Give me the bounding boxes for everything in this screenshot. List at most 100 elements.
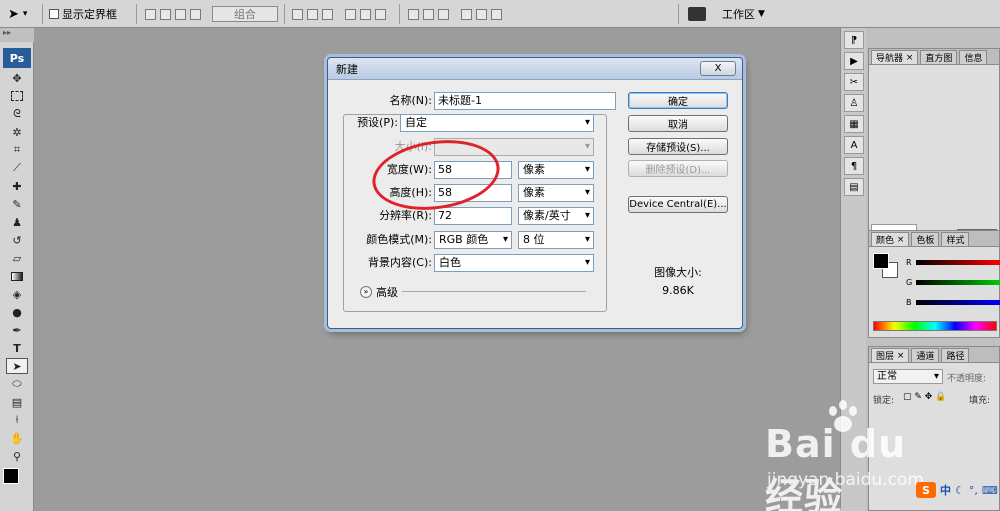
name-input[interactable]: 未标题-1 [434,92,616,110]
color-swatches[interactable] [3,468,31,494]
color-mode-select[interactable]: RGB 颜色 [434,231,512,249]
cancel-button[interactable]: 取消 [628,115,728,132]
size-select[interactable] [434,138,594,156]
arrow-icon: ➤ [8,6,19,22]
tab-paths[interactable]: 路径 [941,348,970,362]
bit-depth-select[interactable]: 8 位 [518,231,594,249]
preset-select[interactable]: 自定 [400,114,594,132]
distribute-hcenter-icon[interactable] [476,8,487,20]
eraser-tool-icon[interactable]: ▱ [6,250,28,266]
align-left-icon[interactable] [345,8,356,20]
keyboard-icon[interactable]: ⌨ [982,484,998,497]
bridge-button[interactable] [688,5,706,23]
zoom-tool-icon[interactable]: ⚲ [6,448,28,464]
pen-tool-icon[interactable]: ✒ [6,322,28,338]
height-input[interactable]: 58 [434,184,512,202]
type-tool-icon[interactable]: T [6,340,28,356]
brushes-panel-icon[interactable]: ⁋ [844,31,864,49]
heal-tool-icon[interactable]: ✚ [6,178,28,194]
delete-preset-button[interactable]: 删除预设(D)... [628,160,728,177]
history-brush-tool-icon[interactable]: ↺ [6,232,28,248]
foreground-color-swatch[interactable] [3,468,19,484]
marquee-tool-icon[interactable] [6,88,28,104]
combine-button[interactable]: 组合 [212,6,278,22]
tab-navigator[interactable]: 导航器 × [871,50,919,64]
move-tool-preset[interactable]: ➤ ▾ [8,5,27,23]
punctuation-icon[interactable]: °, [969,484,978,497]
resolution-input[interactable]: 72 [434,207,512,225]
crop-tool-icon[interactable]: ⌗ [6,142,28,158]
height-unit-select[interactable]: 像素 [518,184,594,202]
brush-tool-icon[interactable]: ✎ [6,196,28,212]
distribute-bottom-icon[interactable] [438,8,449,20]
foreground-color-swatch[interactable] [873,253,889,269]
path-select-tool-icon[interactable]: ➤ [6,358,28,374]
actions-panel-icon[interactable]: ▶ [844,52,864,70]
add-shape-icon[interactable] [145,8,156,20]
width-unit-select[interactable]: 像素 [518,161,594,179]
gradient-tool-icon[interactable] [6,268,28,284]
advanced-toggle[interactable]: » 高级 [360,283,398,301]
moon-icon[interactable]: ☾ [955,484,965,497]
magic-wand-tool-icon[interactable]: ✲ [6,124,28,140]
tab-layers[interactable]: 图层 × [871,348,910,362]
green-slider[interactable]: G 0 [903,275,1000,289]
stamp-tool-icon[interactable]: ♟ [6,214,28,230]
dialog-title-bar[interactable]: 新建 [328,58,742,80]
exclude-shape-icon[interactable] [190,8,201,20]
distribute-left-icon[interactable] [461,8,472,20]
tab-info[interactable]: 信息 [959,50,988,64]
eyedropper-tool-icon[interactable]: ⟊ [6,412,28,428]
blur-tool-icon[interactable]: ◈ [6,286,28,302]
character-panel-icon[interactable]: A [844,136,864,154]
align-bottom-icon[interactable] [322,8,333,20]
distribute-top-icon[interactable] [408,8,419,20]
tab-swatches[interactable]: 色板 [911,232,940,246]
hand-tool-icon[interactable]: ✋ [6,430,28,446]
intersect-shape-icon[interactable] [175,8,186,20]
distribute-vcenter-icon[interactable] [423,8,434,20]
tab-histogram[interactable]: 直方图 [920,50,958,64]
paragraph-panel-icon[interactable]: ¶ [844,157,864,175]
background-contents-select[interactable]: 白色 [434,254,594,272]
color-panel: 颜色 × 色板 样式 R 0 G 0 B 0 [868,230,1000,338]
move-tool-icon[interactable]: ✥ [6,70,28,86]
align-vcenter-icon[interactable] [307,8,318,20]
color-fg-bg[interactable] [873,253,899,279]
brush-presets-icon[interactable]: ▦ [844,115,864,133]
red-slider[interactable]: R 0 [903,255,1000,269]
shape-tool-icon[interactable]: ⬭ [6,376,28,392]
ime-mode[interactable]: 中 [940,482,951,498]
color-spectrum-ramp[interactable] [873,321,997,331]
tool-presets-icon[interactable]: ✂ [844,73,864,91]
show-bounding-box-checkbox[interactable] [49,9,59,19]
width-input[interactable]: 58 [434,161,512,179]
distribute-right-icon[interactable] [491,8,502,20]
ps-logo[interactable]: Ps [3,48,31,68]
show-bounding-box-option[interactable]: 显示定界框 [49,5,117,23]
lasso-tool-icon[interactable]: ᘓ [6,106,28,122]
layer-comps-icon[interactable]: ▤ [844,178,864,196]
blue-slider[interactable]: B 0 [903,295,1000,309]
dodge-tool-icon[interactable]: ● [6,304,28,320]
toolbox-header[interactable]: ▸▸ [0,28,34,42]
device-central-button[interactable]: Device Central(E)... [628,196,728,213]
align-top-icon[interactable] [292,8,303,20]
tab-color[interactable]: 颜色 × [871,232,910,246]
blend-mode-select[interactable]: 正常 ▾ [873,369,943,384]
slice-tool-icon[interactable]: ⟋ [6,160,28,176]
ime-logo-icon[interactable]: S [916,482,936,498]
resolution-unit-select[interactable]: 像素/英寸 [518,207,594,225]
save-preset-button[interactable]: 存储预设(S)... [628,138,728,155]
width-label: 宽度(W): [386,163,432,176]
align-right-icon[interactable] [375,8,386,20]
tab-styles[interactable]: 样式 [941,232,970,246]
workspace-menu[interactable]: 工作区 ▼ [722,5,765,23]
clone-source-icon[interactable]: ♙ [844,94,864,112]
close-button[interactable]: X [700,61,736,76]
subtract-shape-icon[interactable] [160,8,171,20]
align-hcenter-icon[interactable] [360,8,371,20]
notes-tool-icon[interactable]: ▤ [6,394,28,410]
tab-channels[interactable]: 通道 [911,348,940,362]
ok-button[interactable]: 确定 [628,92,728,109]
